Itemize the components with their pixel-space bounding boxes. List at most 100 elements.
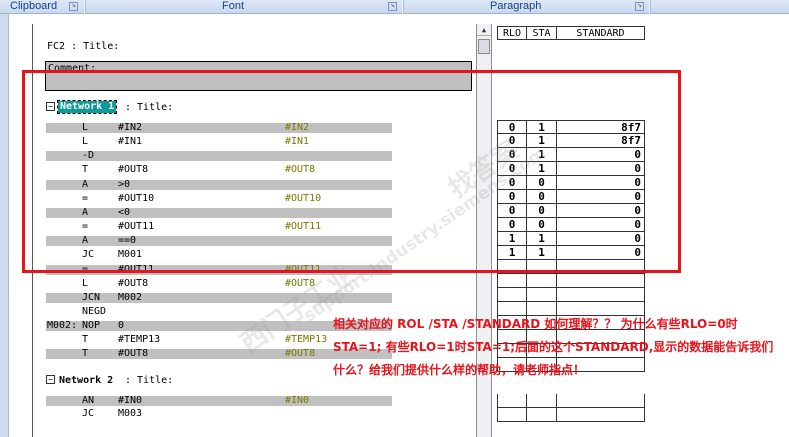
status-empty-cell <box>497 260 527 274</box>
code-operand: #OUT8 <box>118 164 149 175</box>
code-symbol: #OUT10 <box>285 193 322 204</box>
code-operator: L <box>82 136 89 147</box>
ribbon-bar: Clipboard ↘ Font ↘ Paragraph ↘ <box>0 0 789 14</box>
code-operator: L <box>82 278 89 289</box>
status-cell: 1 <box>527 246 557 260</box>
code-row-highlight <box>46 180 392 190</box>
code-operator: NOP <box>82 320 101 331</box>
status-cell: 0 <box>527 218 557 232</box>
status-cell: 0 <box>497 204 527 218</box>
code-row-highlight <box>46 208 392 218</box>
code-row-highlight <box>46 151 392 161</box>
status-empty-cell <box>497 408 527 422</box>
status-empty-cell <box>557 408 645 422</box>
code-operator: -D <box>82 150 95 161</box>
code-symbol: #IN1 <box>285 136 310 147</box>
code-symbol: #OUT11 <box>285 221 322 232</box>
status-cell: 1 <box>497 246 527 260</box>
paragraph-launcher-icon[interactable]: ↘ <box>635 2 644 11</box>
code-operand: <0 <box>118 207 131 218</box>
status-cell: 8f7 <box>557 134 645 148</box>
code-row-highlight <box>46 236 392 246</box>
status-cell: 0 <box>557 148 645 162</box>
network1-label[interactable]: Network 1 <box>56 100 118 114</box>
status-empty-cell <box>527 288 557 302</box>
code-operator: T <box>82 348 89 359</box>
status-empty-cell <box>527 260 557 274</box>
code-operator: = <box>82 193 89 204</box>
network1-title: : Title: <box>125 102 174 113</box>
clipboard-label: Clipboard <box>10 0 58 12</box>
status-empty-cell <box>527 408 557 422</box>
code-operator: NEGD <box>82 306 107 317</box>
ribbon-separator <box>649 0 651 14</box>
code-operand: #OUT11 <box>118 221 155 232</box>
status-cell: 0 <box>557 162 645 176</box>
status-cell: 8f7 <box>557 120 645 134</box>
network2-label[interactable]: Network 2 <box>59 375 113 386</box>
paragraph-label: Paragraph <box>490 0 542 12</box>
code-operator: A <box>82 207 89 218</box>
status-cell: 0 <box>527 190 557 204</box>
code-operand: #OUT10 <box>118 193 155 204</box>
code-operator: JCN <box>82 292 101 303</box>
code-operator: JC <box>82 249 95 260</box>
code-operand: ==0 <box>118 235 137 246</box>
code-operand: #IN1 <box>118 136 143 147</box>
comment-box[interactable]: Comment: <box>45 61 472 91</box>
status-cell: 1 <box>527 120 557 134</box>
comment-label: Comment: <box>48 63 97 74</box>
document-left-margin <box>0 14 9 437</box>
code-operand: #OUT8 <box>118 278 149 289</box>
status-empty-cell <box>497 394 527 408</box>
status-cell: 0 <box>557 204 645 218</box>
status-empty-cell <box>557 288 645 302</box>
status-empty-cell <box>527 394 557 408</box>
clipboard-launcher-icon[interactable]: ↘ <box>69 2 78 11</box>
ribbon-group-font[interactable]: Font ↘ <box>86 0 402 14</box>
font-label: Font <box>222 0 245 12</box>
scroll-up-arrow-icon[interactable]: ▲ <box>477 24 491 36</box>
code-operand: 0 <box>118 320 125 331</box>
status-header-cell: STANDARD <box>557 26 645 40</box>
status-cell: 0 <box>557 176 645 190</box>
code-row-highlight <box>46 123 392 133</box>
status-cell: 0 <box>527 176 557 190</box>
status-cell: 0 <box>527 204 557 218</box>
ribbon-group-clipboard[interactable]: Clipboard ↘ <box>0 0 82 14</box>
status-empty-cell <box>557 274 645 288</box>
scroll-thumb[interactable] <box>478 39 490 54</box>
collapse-network1-icon[interactable]: − <box>46 102 55 111</box>
code-operand: #TEMP13 <box>118 334 161 345</box>
code-operator: T <box>82 334 89 345</box>
code-operand: M002 <box>118 292 143 303</box>
status-empty-cell <box>557 394 645 408</box>
status-cell: 0 <box>497 218 527 232</box>
ribbon-group-paragraph[interactable]: Paragraph ↘ <box>404 0 648 14</box>
code-symbol: #OUT8 <box>285 164 316 175</box>
code-operator: = <box>82 221 89 232</box>
code-operand: #IN0 <box>118 395 143 406</box>
status-cell: 0 <box>557 218 645 232</box>
code-operand: #OUT11 <box>118 264 155 275</box>
status-cell: 0 <box>557 190 645 204</box>
status-cell: 0 <box>557 232 645 246</box>
code-operator: A <box>82 179 89 190</box>
code-operator: T <box>82 164 89 175</box>
status-empty-cell <box>497 288 527 302</box>
status-empty-cell <box>497 274 527 288</box>
code-symbol: #IN2 <box>285 122 310 133</box>
status-cell: 1 <box>527 134 557 148</box>
status-header-cell: STA <box>527 26 557 40</box>
status-empty-cell <box>557 260 645 274</box>
code-operand: M003 <box>118 408 143 419</box>
code-label: M002: <box>47 320 78 331</box>
code-symbol: #IN0 <box>285 395 310 406</box>
question-annotation: 相关对应的 ROL /STA /STANDARD 如何理解？？ 为什么有些RLO… <box>333 317 774 377</box>
code-row-highlight <box>46 396 392 406</box>
status-cell: 1 <box>527 232 557 246</box>
collapse-network2-icon[interactable]: − <box>46 375 55 384</box>
status-header-cell: RLO <box>497 26 527 40</box>
code-operator: = <box>82 264 89 275</box>
font-launcher-icon[interactable]: ↘ <box>388 2 397 11</box>
